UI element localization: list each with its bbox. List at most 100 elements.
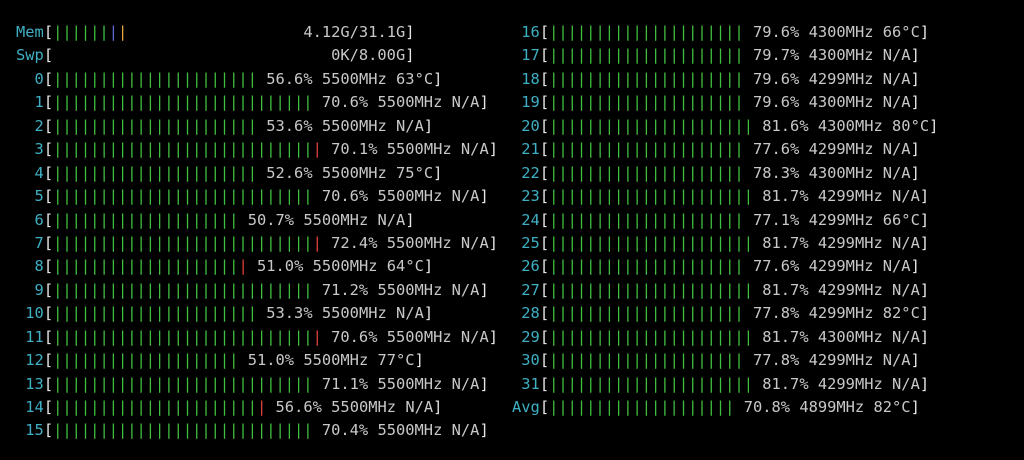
bar-segment: ||||||||||||||||||||||: [53, 163, 257, 182]
bar-empty: [313, 281, 322, 299]
cpu-meter-28: 28[||||||||||||||||||||| 77.8% 4299MHz 8…: [512, 302, 938, 325]
bar-segment: ||||||||||||||||||||||||||||: [53, 140, 313, 159]
label-pad: [512, 234, 521, 252]
bar-segment: ||||||||||||||||||||||: [549, 116, 753, 135]
cpu-percent: 77.8%: [752, 304, 800, 323]
bar-segment: ||||||||||||||||||||||: [549, 374, 753, 393]
bracket-open: [: [539, 374, 550, 393]
bar-segment: |||||||||||||||||||||: [549, 210, 744, 229]
bar-segment: ||||||||||||||||||||: [549, 398, 735, 416]
bar-segment: ||||||||||||||||||||||||||||: [53, 374, 313, 393]
bracket-close: ]: [433, 69, 443, 88]
bracket-close: ]: [488, 233, 498, 252]
cpu-meter-avg: Avg[|||||||||||||||||||| 70.8% 4899MHz 8…: [512, 396, 938, 419]
cpu-percent: 81.6%: [762, 116, 809, 135]
cpu-percent: 70.6%: [331, 327, 378, 346]
bracket-open: [: [43, 304, 54, 323]
cpu-temperature: N/A: [451, 93, 480, 112]
bar-empty: [257, 70, 266, 88]
meter-label: 26: [521, 257, 540, 276]
meter-label: 12: [25, 351, 44, 370]
bracket-open: [: [43, 398, 54, 416]
cpu-meter-16: 16[||||||||||||||||||||| 79.6% 4300MHz 6…: [512, 21, 938, 44]
bracket-close: ]: [919, 327, 930, 346]
bracket-open: [: [539, 304, 550, 323]
bar-empty: [257, 304, 266, 322]
cpu-temperature: N/A: [882, 163, 911, 182]
cpu-meter-14: 14[||||||||||||||||||||||| 56.6% 5500MHz…: [16, 396, 498, 419]
label-pad: [512, 93, 521, 111]
bar-segment: |||||||||||||||||||||: [549, 163, 744, 182]
cpu-temperature: N/A: [882, 351, 911, 370]
meter-label: 6: [34, 210, 44, 229]
bracket-close: ]: [405, 210, 415, 229]
cpu-meter-24: 24[||||||||||||||||||||| 77.1% 4299MHz 6…: [512, 209, 938, 232]
cpu-temperature: N/A: [460, 327, 489, 346]
cpu-meter-9: 9[|||||||||||||||||||||||||||| 71.2% 550…: [16, 279, 498, 302]
meter-label: Mem: [16, 23, 44, 41]
bracket-close: ]: [405, 23, 415, 41]
cpu-frequency: 4300MHz: [808, 163, 874, 182]
label-pad: [16, 140, 35, 158]
bracket-close: ]: [910, 140, 920, 159]
cpu-percent: 51.0%: [257, 257, 304, 276]
cpu-frequency: 5500MHz: [377, 93, 443, 112]
cpu-percent: 53.6%: [266, 116, 313, 135]
bar-empty: [257, 117, 266, 135]
cpu-meter-26: 26[||||||||||||||||||||| 77.6% 4299MHz N…: [512, 255, 938, 278]
cpu-meter-7: 7[||||||||||||||||||||||||||||| 72.4% 55…: [16, 232, 498, 255]
bar-empty: [753, 187, 762, 205]
cpu-frequency: 4299MHz: [817, 374, 883, 393]
bracket-open: [: [539, 116, 550, 135]
bracket-close: ]: [423, 304, 434, 323]
cpu-temperature: N/A: [396, 116, 424, 135]
bracket-close: ]: [910, 46, 920, 65]
bar-empty: [753, 375, 762, 393]
cpu-percent: 81.7%: [762, 233, 809, 252]
cpu-temperature: N/A: [451, 421, 480, 440]
cpu-meter-6: 6[|||||||||||||||||||| 50.7% 5500MHz N/A…: [16, 209, 498, 232]
label-pad: [16, 93, 35, 111]
cpu-frequency: 4300MHz: [817, 116, 883, 135]
cpu-percent: 78.3%: [752, 163, 800, 182]
cpu-frequency: 4300MHz: [808, 46, 874, 65]
bar-segment: ||||||||||||||||||||||: [53, 398, 257, 416]
bar-segment: ||||||||||||||||||||||: [549, 187, 753, 206]
meter-label: 22: [521, 163, 540, 182]
cpu-meter-15: 15[|||||||||||||||||||||||||||| 70.4% 55…: [16, 419, 498, 442]
bar-segment: |||||||||||||||||||||: [549, 23, 744, 41]
bracket-close: ]: [919, 23, 930, 41]
cpu-frequency: 4299MHz: [808, 257, 874, 276]
cpu-percent: 70.6%: [321, 93, 369, 112]
bar-segment: ||||||||||||||||||||||: [53, 116, 257, 135]
cpu-frequency: 5500MHz: [303, 210, 369, 229]
cpu-temperature: 80°C: [892, 116, 930, 135]
bracket-close: ]: [910, 163, 920, 182]
bracket-close: ]: [919, 187, 930, 206]
cpu-frequency: 5500MHz: [321, 116, 387, 135]
cpu-frequency: 5500MHz: [377, 187, 443, 206]
bar-empty: [753, 117, 762, 135]
cpu-meter-3: 3[||||||||||||||||||||||||||||| 70.1% 55…: [16, 138, 498, 161]
meter-label: 17: [521, 46, 540, 65]
cpu-meter-0: 0[|||||||||||||||||||||| 56.6% 5500MHz 6…: [16, 68, 498, 91]
cpu-meter-25: 25[|||||||||||||||||||||| 81.7% 4299MHz …: [512, 232, 938, 255]
cpu-temperature: N/A: [892, 233, 920, 252]
bar-segment: |: [117, 23, 128, 41]
cpu-meter-13: 13[|||||||||||||||||||||||||||| 71.1% 55…: [16, 373, 498, 396]
meter-label: 18: [521, 69, 540, 88]
cpu-temperature: 82°C: [882, 304, 920, 323]
